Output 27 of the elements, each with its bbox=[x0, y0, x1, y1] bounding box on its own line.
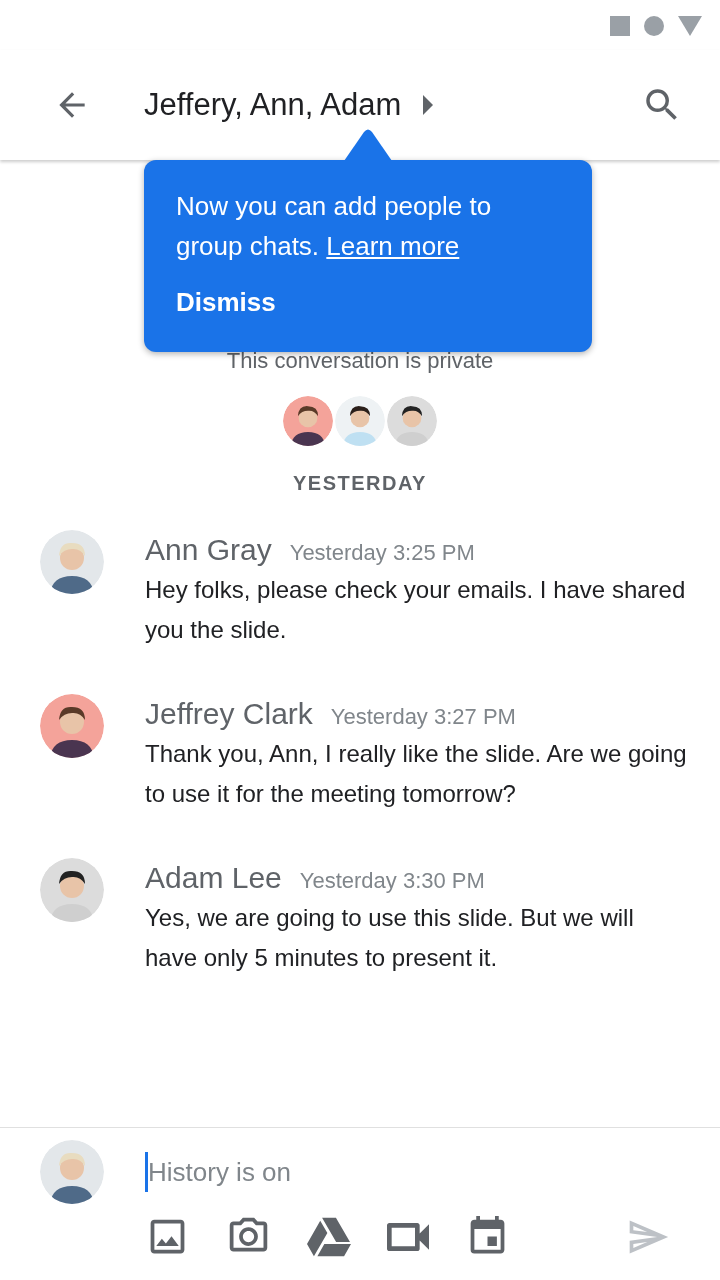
avatar bbox=[40, 858, 104, 922]
sender-name: Ann Gray bbox=[145, 532, 272, 568]
avatar bbox=[40, 1140, 104, 1204]
dismiss-button[interactable]: Dismiss bbox=[176, 286, 276, 318]
avatar bbox=[283, 396, 333, 446]
triangle-icon bbox=[678, 16, 702, 36]
message-text: Yes, we are going to use this slide. But we will have only 5 minutes to present it. bbox=[145, 903, 635, 973]
message-time: Yesterday 3:25 PM bbox=[289, 539, 475, 567]
date-divider: YESTERDAY bbox=[292, 471, 428, 496]
avatar bbox=[40, 694, 104, 758]
conversation-title[interactable]: Jeffery, Ann, Adam bbox=[144, 81, 434, 129]
tooltip-text: Now you can add people to group chats. Learn more bbox=[176, 190, 493, 263]
message-text: Thank you, Ann, I really like the slide. Are we going to use it for the meeting tomorrow? bbox=[145, 739, 688, 809]
sender-name: Jeffrey Clark bbox=[145, 696, 313, 732]
sender-name: Adam Lee bbox=[145, 860, 282, 896]
avatar bbox=[40, 530, 104, 594]
message-text: Hey folks, please check your emails. I have shared you the slide. bbox=[145, 575, 687, 645]
message-time: Yesterday 3:30 PM bbox=[299, 867, 485, 895]
caret-icon bbox=[423, 95, 434, 115]
avatar bbox=[335, 396, 385, 446]
learn-more-link[interactable]: Learn more bbox=[326, 231, 460, 261]
video-button[interactable] bbox=[387, 1221, 429, 1252]
message-input[interactable]: History is on bbox=[145, 1152, 690, 1192]
square-icon bbox=[610, 16, 630, 36]
message-time: Yesterday 3:27 PM bbox=[330, 703, 516, 731]
privacy-notice: This conversation is private bbox=[225, 347, 495, 375]
avatar bbox=[387, 396, 437, 446]
